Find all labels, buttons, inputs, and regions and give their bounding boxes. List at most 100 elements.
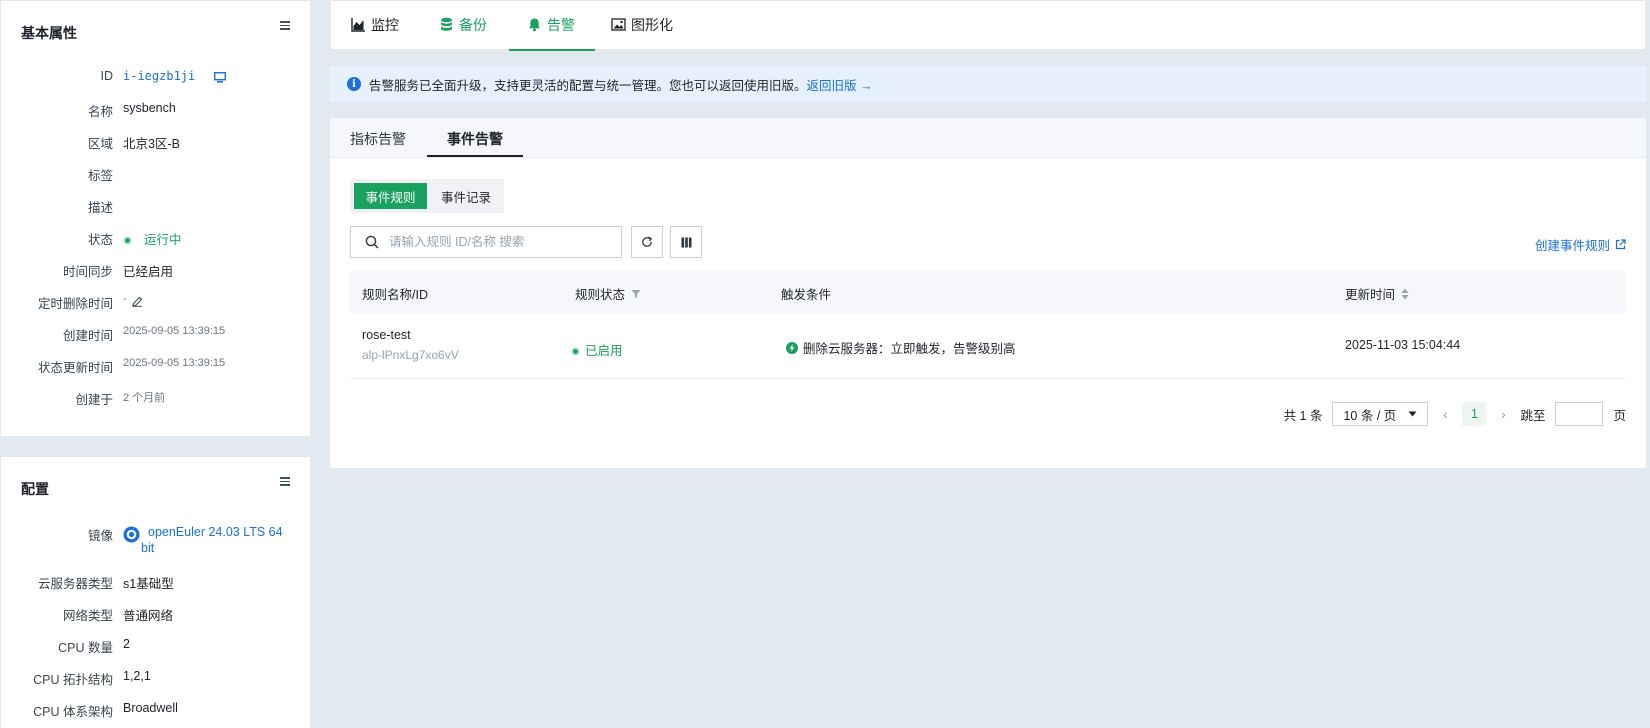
prop-tags: 标签 — [1, 163, 312, 183]
basic-properties-title: 基本属性 — [21, 25, 77, 41]
segment-event-rules[interactable]: 事件规则 — [354, 183, 427, 209]
next-page-icon[interactable]: › — [1496, 406, 1510, 422]
columns-icon — [681, 237, 691, 247]
prop-value: - — [123, 293, 127, 305]
prop-value: 1,2,1 — [123, 669, 151, 683]
image-link-cont[interactable]: bit — [141, 541, 154, 555]
prop-value: 2025-09-05 13:39:15 — [123, 325, 226, 337]
status-dot-icon — [123, 236, 132, 246]
col-rule-name: 规则名称/ID — [362, 284, 428, 303]
prop-key: 描述 — [87, 201, 113, 215]
area-chart-icon — [351, 18, 365, 32]
prop-instance-type: 云服务器类型 s1基础型 — [1, 571, 312, 591]
filter-icon[interactable] — [631, 289, 641, 299]
col-trigger: 触发条件 — [781, 284, 831, 303]
column-settings-button[interactable] — [670, 226, 702, 258]
col-updated: 更新时间 — [1345, 284, 1409, 303]
refresh-icon — [642, 236, 653, 247]
search-box — [350, 226, 622, 258]
prop-image: 镜像 openEuler 24.03 LTS 64 bit — [1, 523, 312, 559]
upgrade-banner: i 告警服务已全面升级，支持更灵活的配置与统一管理。您也可以返回使用旧版。返回旧… — [330, 66, 1646, 102]
prop-key: 名称 — [87, 105, 113, 119]
tab-graphics[interactable]: 图形化 — [611, 15, 673, 51]
col-rule-status: 规则状态 — [575, 284, 641, 303]
table-header: 规则名称/ID 规则状态 触发条件 更新时间 — [350, 270, 1626, 314]
return-old-version-link[interactable]: 返回旧版 → — [807, 79, 873, 93]
tab-monitor[interactable]: 监控 — [351, 15, 399, 51]
sort-icon[interactable] — [1401, 288, 1409, 300]
col-label: 触发条件 — [781, 288, 832, 302]
prop-key: 云服务器类型 — [37, 577, 113, 591]
create-link-label: 创建事件规则 — [1534, 239, 1610, 253]
prop-status: 状态 运行中 — [1, 227, 312, 247]
edit-icon[interactable] — [132, 296, 143, 307]
tab-backup[interactable]: 备份 — [439, 15, 487, 51]
config-title: 配置 — [21, 481, 49, 497]
updated-time: 2025-11-03 15:04:44 — [1345, 338, 1461, 352]
prop-key: 创建时间 — [62, 329, 113, 343]
prop-description: 描述 — [1, 195, 312, 215]
prop-value: s1基础型 — [123, 577, 174, 591]
external-link-icon — [1615, 239, 1626, 250]
tab-event-alarm[interactable]: 事件告警 — [447, 129, 503, 149]
prop-created-ago: 创建于 2 个月前 — [1, 387, 312, 407]
tab-label: 图形化 — [631, 17, 673, 33]
status-label: 运行中 — [144, 233, 182, 247]
config-panel: 配置 镜像 openEuler 24.03 LTS 64 bit 云服务器类型 … — [0, 456, 311, 728]
prop-cpu-arch: CPU 体系架构 Broadwell — [1, 699, 312, 719]
panel-menu-icon[interactable] — [280, 21, 290, 31]
prop-key: 创建于 — [75, 393, 113, 407]
prop-created: 创建时间 2025-09-05 13:39:15 — [1, 323, 312, 343]
prev-page-icon[interactable]: ‹ — [1438, 406, 1452, 422]
col-label: 更新时间 — [1345, 288, 1396, 302]
basic-properties-panel: 基本属性 ID i-iegzb1ji 名称 sysbench 区域 北京3区-B… — [0, 0, 311, 437]
info-icon: i — [347, 77, 361, 91]
search-input[interactable] — [389, 235, 609, 249]
prop-key: CPU 数量 — [58, 641, 113, 655]
page-size-value: 10 条 / 页 — [1343, 408, 1397, 423]
rule-name[interactable]: rose-test — [362, 328, 411, 342]
database-icon — [441, 17, 452, 31]
prop-key: 标签 — [87, 169, 113, 183]
prop-key: 镜像 — [87, 529, 113, 543]
segment-event-records[interactable]: 事件记录 — [431, 183, 501, 209]
tab-label: 监控 — [371, 17, 399, 33]
create-event-rule-link[interactable]: 创建事件规则 — [1535, 235, 1626, 254]
prop-value: 普通网络 — [123, 609, 174, 623]
condition-text: 删除云服务器：立即触发，告警级别高 — [803, 342, 1016, 356]
tab-metric-alarm[interactable]: 指标告警 — [350, 129, 406, 149]
active-tab-indicator — [427, 155, 523, 157]
jump-page-input[interactable] — [1555, 402, 1604, 426]
prop-key: 网络类型 — [62, 609, 113, 623]
prop-value: 已经启用 — [123, 265, 174, 279]
prop-key: CPU 拓扑结构 — [33, 673, 113, 687]
rule-status-label: 已启用 — [585, 344, 623, 358]
status-running: 运行中 — [123, 229, 182, 248]
prop-name: 名称 sysbench — [1, 99, 312, 119]
prop-cpu-count: CPU 数量 2 — [1, 635, 312, 655]
prop-key: ID — [100, 69, 114, 83]
prop-value: 北京3区-B — [123, 137, 180, 151]
prop-value: 2 — [123, 637, 130, 651]
prop-key: CPU 体系架构 — [33, 705, 113, 719]
prop-time-sync: 时间同步 已经启用 — [1, 259, 312, 279]
prop-value: sysbench — [123, 101, 176, 115]
instance-id-link[interactable]: i-iegzb1ji — [123, 69, 195, 83]
panel-menu-icon[interactable] — [280, 477, 290, 487]
tab-alarm[interactable]: 告警 — [509, 15, 595, 51]
pagination: 共 1 条 10 条 / 页 ‹ 1 › 跳至 页 — [1284, 402, 1626, 426]
page-number-1[interactable]: 1 — [1462, 402, 1487, 426]
segment-control: 事件规则 事件记录 — [350, 179, 504, 213]
prop-key: 状态更新时间 — [37, 361, 113, 375]
table-row: rose-test alp-lPnxLg7xo6vV 已启用 删除云服务器：立即… — [350, 314, 1626, 379]
refresh-button[interactable] — [631, 226, 663, 258]
page-size-select[interactable]: 10 条 / 页 — [1332, 402, 1429, 426]
image-link[interactable]: openEuler 24.03 LTS 64 — [148, 525, 283, 539]
monitor-icon[interactable] — [214, 72, 226, 83]
prop-scheduled-delete: 定时删除时间 - — [1, 291, 312, 311]
rule-id: alp-lPnxLg7xo6vV — [362, 348, 459, 362]
top-tabs: 监控 备份 告警 图形化 — [330, 0, 1646, 51]
banner-text: 告警服务已全面升级，支持更灵活的配置与统一管理。您也可以返回使用旧版。返回旧版 … — [369, 75, 873, 94]
alarm-card: 指标告警 事件告警 事件规则 事件记录 创建事件规则 规则名称/ID 规则状态 … — [330, 118, 1646, 468]
total-count: 共 1 条 — [1283, 408, 1323, 423]
